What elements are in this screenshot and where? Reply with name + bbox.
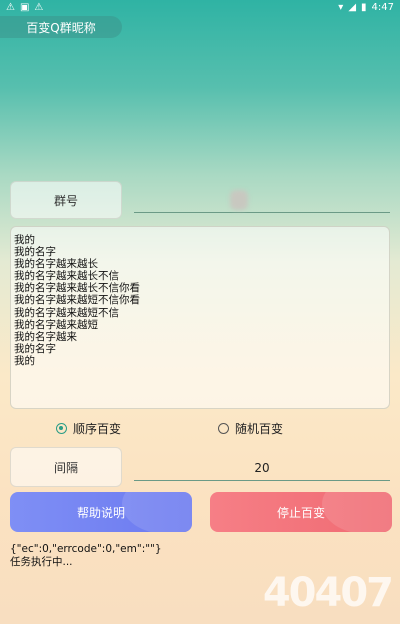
nickname-line: 我的 [14,354,35,367]
page-title: 百变Q群昵称 [0,16,122,38]
status-icons-left: ⚠ ▣ ⚠ [6,2,43,13]
redacted-group-number [230,190,248,210]
interval-label: 间隔 [10,447,122,487]
radio-unchecked-icon[interactable] [218,422,229,434]
battery-icon: ▮ [361,1,367,13]
nickname-line: 我的名字越来越长不信 [14,270,119,283]
nickname-line: 我的名字 [14,246,56,259]
nickname-line: 我的 [14,234,35,246]
nickname-line: 我的名字越来越短 [14,318,98,331]
nickname-line: 我的名字越来 [14,330,77,343]
log-line: 任务执行中... [10,555,73,568]
stop-button[interactable]: 停止百变 [210,492,392,532]
photo-icon: ▣ [19,1,30,13]
nickname-line: 我的名字越来越长 [14,258,98,271]
signal-icon: ◢ [348,1,357,13]
status-time: 4:47 [371,1,394,13]
radio-random[interactable]: 随机百变 [218,419,283,437]
nickname-line: 我的名字越来越短不信你看 [14,294,140,307]
radio-sequential-label: 顺序百变 [73,421,122,436]
nickname-line: 我的名字 [14,342,56,355]
nickname-line: 我的名字越来越短不信 [14,306,119,319]
group-number-label-text: 群号 [53,193,78,208]
wifi-icon: ▾ [338,1,344,13]
radio-random-label: 随机百变 [235,421,284,436]
status-bar: ⚠ ▣ ⚠ ▾ ◢ ▮ 4:47 [0,0,400,14]
watermark-logo: 40407 [262,570,394,616]
log-line: {"ec":0,"errcode":0,"em":""} [10,543,162,555]
warning-icon-2: ⚠ [34,1,44,13]
group-number-input[interactable] [134,187,390,213]
radio-checked-icon[interactable] [56,422,67,434]
help-button-label: 帮助说明 [76,505,125,520]
help-button[interactable]: 帮助说明 [10,492,192,532]
page-title-text: 百变Q群昵称 [26,20,96,35]
interval-label-text: 间隔 [53,460,78,475]
nickname-list-textarea[interactable]: 我的 我的名字 我的名字越来越长 我的名字越来越长不信 我的名字越来越长不信你看… [10,226,390,409]
nickname-line: 我的名字越来越长不信你看 [14,282,140,295]
group-number-label: 群号 [10,181,122,219]
stop-button-label: 停止百变 [276,505,325,520]
interval-input[interactable] [134,455,390,481]
log-output: {"ec":0,"errcode":0,"em":""} 任务执行中... [10,543,162,568]
warning-icon: ⚠ [6,1,15,13]
radio-sequential[interactable]: 顺序百变 [56,419,121,437]
status-icons-right: ▾ ◢ ▮ 4:47 [338,2,394,13]
